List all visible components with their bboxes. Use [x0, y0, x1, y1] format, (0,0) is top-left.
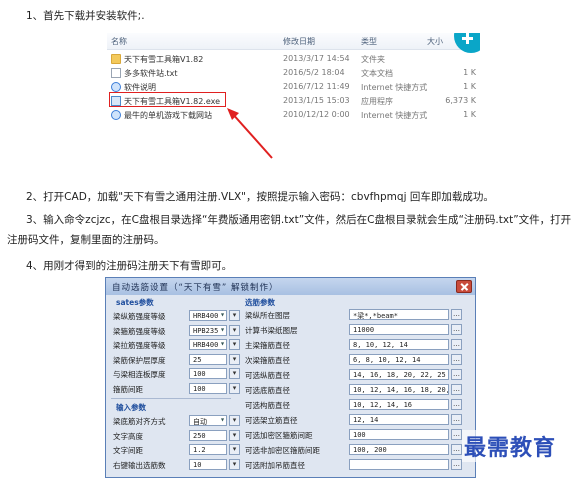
edit-button[interactable]: … [451, 399, 462, 410]
edit-button[interactable]: … [451, 429, 462, 440]
dialog-title: 自动选筋设置（“天下有雪” 解锁制作） [106, 278, 475, 295]
field-label: 文字高度 [113, 431, 143, 441]
text-input[interactable]: 100 [189, 382, 227, 394]
step-1-text: 1、首先下载并安装软件;. [26, 10, 145, 22]
field-label: 箍筋间距 [113, 384, 143, 394]
spin-button[interactable]: ▾ [229, 429, 240, 441]
dropdown-select[interactable]: HPB235 [189, 324, 227, 336]
left-group-title: sates参数 [116, 298, 154, 307]
edit-button[interactable]: … [451, 459, 462, 470]
spin-button[interactable]: ▾ [229, 368, 240, 379]
text-input[interactable]: 14, 16, 18, 20, 22, 25 [349, 369, 449, 380]
edit-button[interactable]: … [451, 384, 462, 395]
field-label: 梁底筋对齐方式 [113, 417, 166, 426]
divider [111, 398, 231, 399]
field-label: 可选架立筋直径 [245, 416, 298, 425]
watermark-logo: 最需教育 [462, 430, 559, 462]
field-label: 梁箍筋强度等级 [113, 326, 166, 336]
input-group-title: 输入参数 [116, 403, 146, 412]
dropdown-select[interactable]: HRB400 [189, 310, 227, 321]
field-label: 可选底筋直径 [245, 386, 290, 395]
field-label: 梁筋保护层厚度 [113, 355, 166, 365]
step-2-text: 2、打开CAD，加载"天下有雪之通用注册.VLX"，按照提示输入密码：cbvfh… [26, 191, 494, 203]
field-label: 梁纵所在图层 [245, 311, 290, 320]
dropdown-select[interactable]: 自动 [189, 415, 227, 426]
close-icon[interactable] [456, 280, 472, 293]
text-input[interactable]: 10, 12, 14, 16 [349, 399, 449, 410]
spin-button[interactable]: ▾ [229, 310, 240, 321]
dropdown-select[interactable]: HRB400 [189, 339, 227, 350]
text-input[interactable]: 250 [189, 429, 227, 441]
field-label: 梁纵筋强度等级 [113, 312, 166, 321]
field-label: 可选非加密区箍筋间距 [245, 446, 320, 455]
field-label: 梁拉筋强度等级 [113, 341, 166, 350]
text-input[interactable]: 10 [189, 458, 227, 470]
text-input[interactable]: 1.2 [189, 444, 227, 455]
red-arrow-icon [227, 108, 273, 159]
spin-button[interactable]: ▾ [229, 415, 240, 426]
spin-button[interactable]: ▾ [229, 324, 240, 336]
spin-button[interactable]: ▾ [229, 444, 240, 455]
text-input[interactable]: 25 [189, 353, 227, 365]
field-label: 主梁箍筋直径 [245, 341, 290, 350]
edit-button[interactable]: … [451, 444, 462, 455]
edit-button[interactable]: … [451, 339, 462, 350]
right-group-title: 选筋参数 [245, 298, 275, 307]
settings-dialog-screenshot: 自动选筋设置（“天下有雪” 解锁制作） sates参数 梁纵筋强度等级 HRB40… [105, 277, 476, 478]
spin-button[interactable]: ▾ [229, 339, 240, 350]
text-input[interactable]: 11000 [349, 324, 449, 335]
step-3-text: 3、输入命令zcjzc，在C盘根目录选择“年费版通用密钥.txt”文件，然后在C… [7, 214, 572, 246]
text-input[interactable]: 100 [189, 368, 227, 379]
edit-button[interactable]: … [451, 324, 462, 335]
edit-button[interactable]: … [451, 414, 462, 425]
text-input[interactable] [349, 459, 449, 470]
field-label: 可选附加吊筋直径 [245, 461, 305, 470]
field-label: 可选纵筋直径 [245, 371, 290, 380]
field-label: 右键输出选筋数 [113, 460, 166, 470]
field-label: 计算书梁纸图层 [245, 326, 298, 335]
text-input[interactable]: 100, 200 [349, 444, 449, 455]
edit-button[interactable]: … [451, 354, 462, 365]
text-input[interactable]: 10, 12, 14, 16, 18, 20, 22, 25 [349, 384, 449, 395]
spin-button[interactable]: ▾ [229, 382, 240, 394]
edit-button[interactable]: … [451, 369, 462, 380]
step-4-text: 4、用刚才得到的注册码注册天下有雪即可。 [26, 260, 233, 272]
text-input[interactable]: 6, 8, 10, 12, 14 [349, 354, 449, 365]
spin-button[interactable]: ▾ [229, 458, 240, 470]
spin-button[interactable]: ▾ [229, 353, 240, 365]
explorer-screenshot: 名称 修改日期 类型 大小 天下有雪工具箱V1.82 2013/3/17 14:… [107, 33, 480, 176]
field-label: 文字间距 [113, 446, 143, 455]
text-input[interactable]: 100 [349, 429, 449, 440]
text-input[interactable]: 12, 14 [349, 414, 449, 425]
edit-button[interactable]: … [451, 309, 462, 320]
field-label: 可选构筋直径 [245, 401, 290, 410]
field-label: 次梁箍筋直径 [245, 356, 290, 365]
text-input[interactable]: *梁*,*beam* [349, 309, 449, 320]
field-label: 与梁相连板厚度 [113, 370, 166, 379]
field-label: 可选加密区箍筋间距 [245, 431, 313, 440]
text-input[interactable]: 8, 10, 12, 14 [349, 339, 449, 350]
